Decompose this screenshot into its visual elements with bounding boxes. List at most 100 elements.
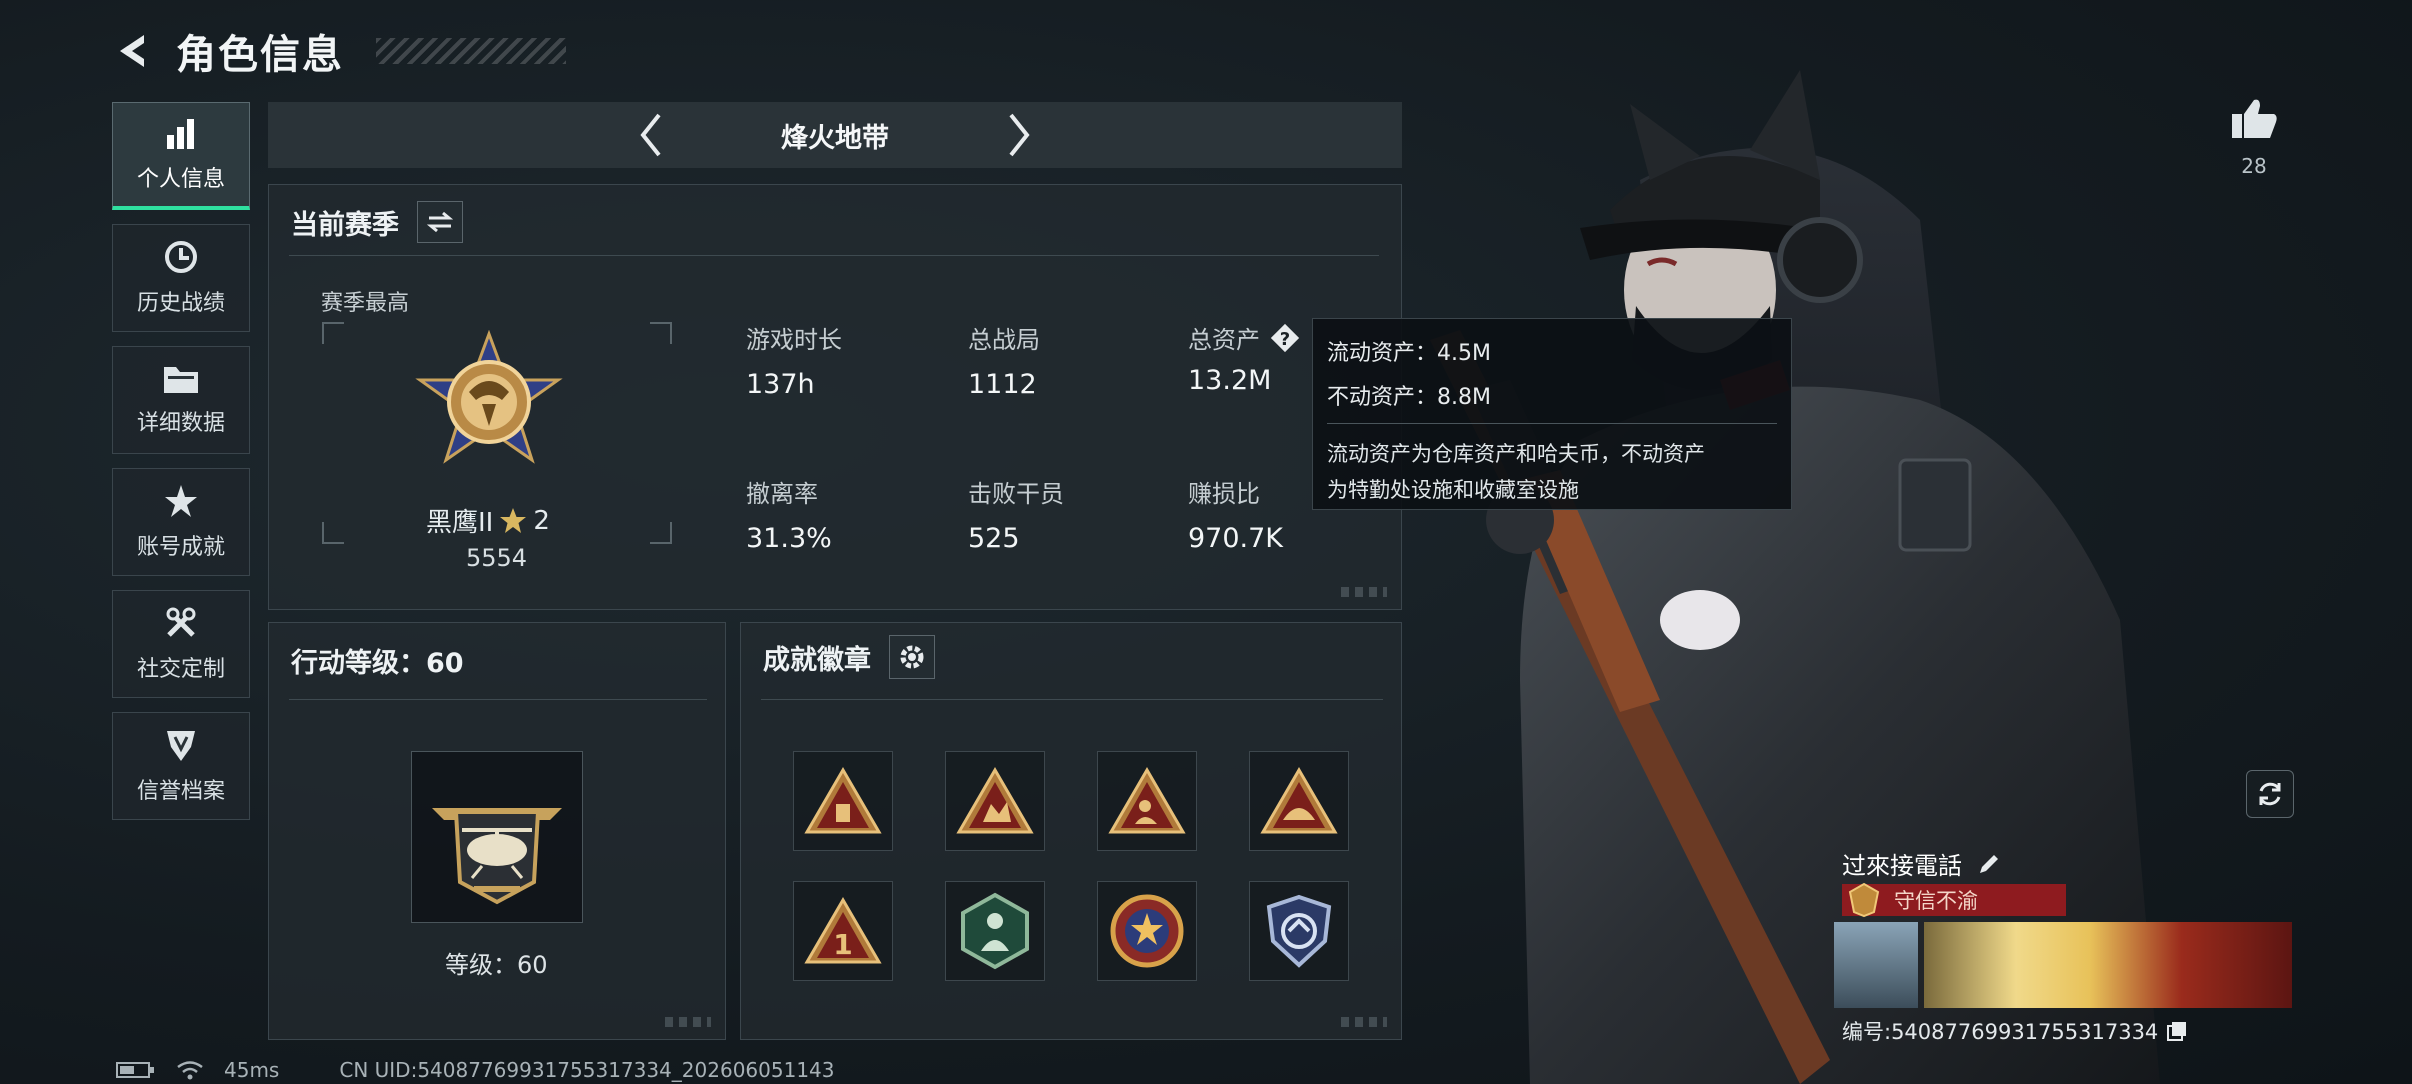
stat-kills: 击败干员 525 (968, 474, 1064, 554)
like-area: 28 (2228, 96, 2280, 178)
wifi-icon (177, 1061, 203, 1080)
refresh-icon (2259, 782, 2281, 806)
sidebar-item-detail-data[interactable]: 详细数据 (112, 346, 250, 454)
stat-value: 31.3% (746, 523, 832, 554)
badge-item[interactable]: 1 (793, 881, 893, 981)
level-emblem-frame (411, 751, 583, 923)
badge-triangle-icon (1260, 767, 1338, 834)
achievement-icon (165, 485, 197, 517)
badge-item[interactable] (1097, 881, 1197, 981)
stat-value: 13.2M (1188, 365, 1272, 396)
rank-stars: 2 (533, 505, 550, 536)
season-best-label: 赛季最高 (321, 291, 410, 316)
tooltip-fixed-assets: 不动资产：8.8M (1327, 385, 1491, 410)
sidebar-item-reputation[interactable]: 信誉档案 (112, 712, 250, 820)
player-name: 过來接電話 (1842, 852, 1962, 880)
badge-settings-button[interactable] (889, 635, 935, 679)
star-icon (500, 507, 527, 533)
sidebar-item-label: 社交定制 (136, 657, 225, 682)
badge-item[interactable] (1249, 751, 1349, 851)
status-bar: 45ms CN UID:5408776993175531733​4_202606… (116, 1058, 835, 1082)
sidebar-item-history[interactable]: 历史战绩 (112, 224, 250, 332)
stat-label: 游戏时长 (746, 326, 842, 354)
stat-profit-ratio: 赚损比 970.7K (1188, 474, 1283, 554)
rank-frame: 黑鹰II 2 5554 (322, 322, 672, 572)
ping-text: 45ms (224, 1058, 280, 1082)
card-banner-image[interactable] (1924, 922, 2292, 1008)
sidebar-item-label: 账号成就 (136, 535, 225, 560)
season-title: 当前赛季 (291, 209, 399, 241)
page-title: 角色信息 (176, 32, 344, 78)
stat-label: 撤离率 (746, 480, 818, 508)
rotate-model-button[interactable] (2246, 770, 2294, 818)
player-id: 编号:5408776993175531733​4 (1842, 1016, 2188, 1046)
tooltip-liquid-assets: 流动资产：4.5M (1327, 341, 1491, 366)
stat-label: 总战局 (968, 326, 1040, 354)
back-button[interactable] (110, 29, 154, 73)
bar-chart-icon (167, 118, 194, 149)
rank-name: 黑鹰II (426, 508, 494, 538)
sidebar-item-personal-info[interactable]: 个人信息 (112, 102, 250, 210)
badge-item[interactable] (1249, 881, 1349, 981)
chevron-left-icon (640, 113, 661, 157)
like-count: 28 (2241, 154, 2267, 178)
tooltip-description-1: 流动资产为仓库资产和哈夫币，不动资产 (1327, 442, 1705, 466)
edit-icon[interactable] (1976, 851, 2002, 877)
gear-icon (900, 645, 924, 669)
player-id-text: 编号:5408776993175531733​4 (1842, 1020, 2159, 1044)
stat-extract-rate: 撤离率 31.3% (746, 474, 832, 554)
chevron-right-icon (1009, 113, 1030, 157)
badge-item[interactable] (1097, 751, 1197, 851)
stat-total-assets: 总资产 ? 13.2M (1188, 320, 1302, 396)
badge-item[interactable] (945, 751, 1045, 851)
next-mode-button[interactable] (999, 110, 1039, 160)
stat-label: 赚损比 (1188, 480, 1260, 508)
stat-label: 击败干员 (968, 480, 1064, 508)
battery-icon (116, 1062, 154, 1078)
rank-score: 5554 (466, 544, 528, 572)
sidebar-item-achievements[interactable]: 账号成就 (112, 468, 250, 576)
swap-season-button[interactable] (417, 201, 463, 243)
mode-selector: 烽火地带 (268, 102, 1402, 168)
tooltip-description-2: 为特勤处设施和收藏室设施 (1327, 478, 1579, 502)
stat-value: 137h (746, 369, 815, 400)
badge-triangle-icon: 1 (804, 897, 882, 964)
assets-tooltip: 流动资产：4.5M 不动资产：8.8M 流动资产为仓库资产和哈夫币，不动资产 为… (1312, 318, 1792, 510)
sidebar-item-label: 历史战绩 (136, 291, 225, 316)
swap-icon (427, 211, 453, 233)
player-title: 守信不渝 (1894, 889, 1978, 913)
stat-play-time: 游戏时长 137h (746, 320, 842, 400)
stat-value: 525 (968, 523, 1020, 554)
svg-text:1: 1 (833, 928, 852, 961)
uid-text: CN UID:5408776993175531733​4_20260605114… (339, 1058, 835, 1082)
mode-name: 烽火地带 (781, 122, 889, 154)
badges-title: 成就徽章 (763, 644, 871, 676)
title-emblem-icon (1848, 882, 1880, 918)
badge-triangle-icon (1108, 767, 1186, 834)
action-level-panel: 行动等级：60 等级：60 (268, 622, 726, 1040)
thumbs-up-icon[interactable] (2230, 96, 2278, 140)
badge-shield-icon (1266, 894, 1332, 968)
back-arrow-icon (120, 35, 144, 67)
prev-mode-button[interactable] (631, 110, 671, 160)
badge-triangle-icon (804, 767, 882, 834)
folder-icon (164, 367, 198, 393)
rank-emblem-icon (415, 330, 563, 464)
card-avatar-image[interactable] (1834, 922, 1918, 1008)
sidebar: 个人信息 历史战绩 详细数据 账号成就 社交定制 信誉档案 (112, 102, 250, 820)
history-icon (165, 241, 197, 273)
badge-item[interactable] (793, 751, 893, 851)
stat-value: 1112 (968, 369, 1037, 400)
level-text: 等级：60 (445, 951, 548, 979)
sidebar-item-label: 信誉档案 (136, 779, 225, 804)
header: 角色信息 (110, 22, 566, 80)
sidebar-item-social[interactable]: 社交定制 (112, 590, 250, 698)
reputation-icon (167, 731, 195, 761)
player-card-name: 过來接電話 (1842, 846, 2002, 881)
helicopter-emblem-icon (432, 808, 562, 905)
stat-label: 总资产 (1188, 326, 1260, 354)
copy-icon[interactable] (2166, 1020, 2188, 1042)
help-icon[interactable]: ? (1268, 321, 1302, 355)
badge-hexagon-icon (961, 892, 1029, 970)
badge-item[interactable] (945, 881, 1045, 981)
